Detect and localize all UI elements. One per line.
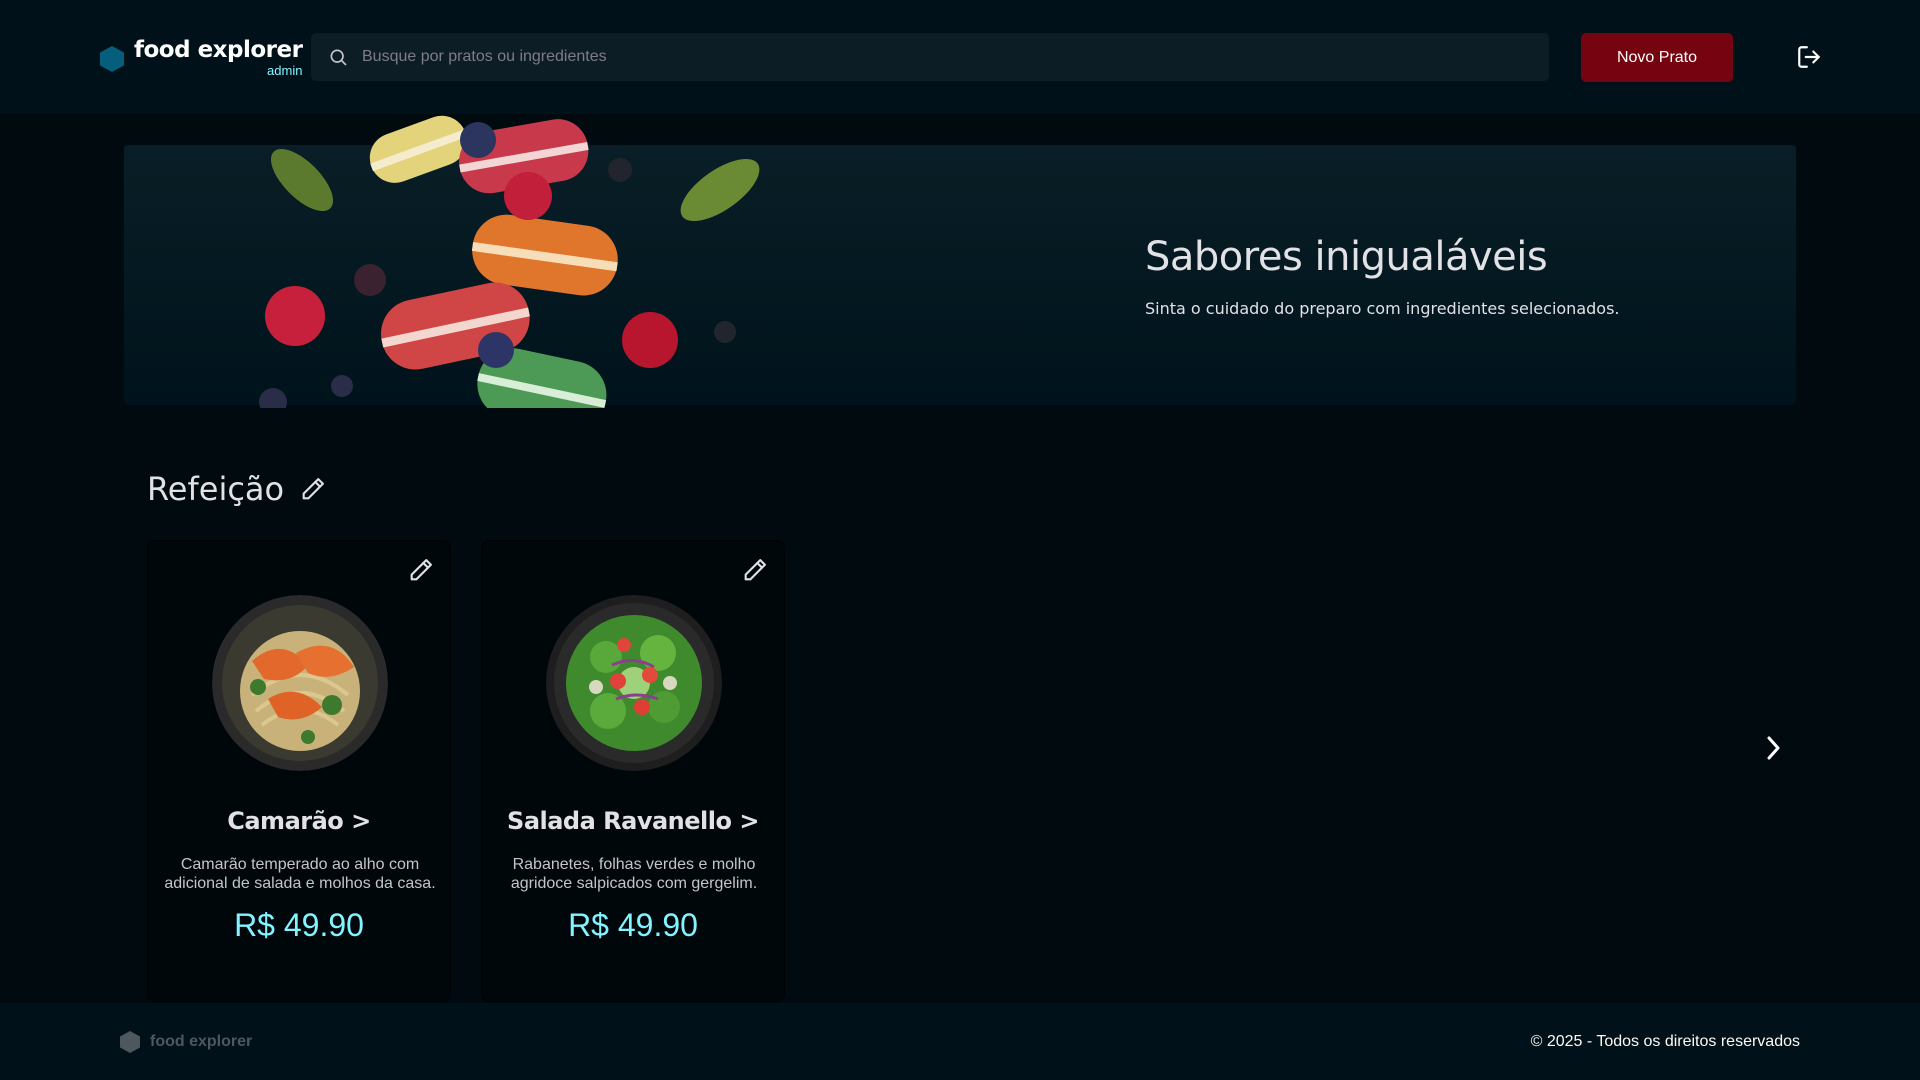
new-dish-button[interactable]: Novo Prato [1581, 33, 1733, 82]
hexagon-logo-icon [100, 46, 124, 72]
edit-section-button[interactable] [298, 474, 328, 504]
brand-text: food explorer admin [134, 36, 303, 78]
search-icon [330, 49, 347, 66]
brand-role: admin [267, 63, 303, 78]
footer-brand: food explorer [120, 1031, 252, 1053]
macarons-illustration [259, 115, 760, 408]
pencil-icon [410, 559, 432, 581]
carousel-next-button[interactable] [1758, 730, 1788, 766]
section-header: Refeição [147, 470, 328, 508]
dish-price: R$ 49.90 [568, 907, 698, 943]
dish-price: R$ 49.90 [234, 907, 364, 943]
edit-dish-button[interactable] [406, 555, 436, 585]
banner-title: Sabores inigualáveis [1145, 234, 1548, 280]
pencil-icon [744, 559, 766, 581]
hexagon-logo-icon [120, 1031, 140, 1053]
dish-name[interactable]: Salada Ravanello > [482, 807, 784, 835]
header: food explorer admin Novo Prato [0, 0, 1920, 114]
sign-out-icon [1798, 46, 1820, 68]
salad-dish-image[interactable] [546, 595, 722, 771]
footer: food explorer © 2025 - Todos os direitos… [0, 1003, 1920, 1080]
banner-subtitle: Sinta o cuidado do preparo com ingredien… [1145, 299, 1620, 318]
footer-brand-name: food explorer [150, 1033, 253, 1050]
chevron-right-icon [1767, 736, 1780, 760]
section-title: Refeição [147, 470, 285, 508]
search-input[interactable] [362, 48, 1512, 66]
dish-card[interactable]: Salada Ravanello > Rabanetes, folhas ver… [481, 540, 785, 1002]
edit-dish-button[interactable] [740, 555, 770, 585]
pencil-icon [302, 478, 325, 500]
brand-name: food explorer [134, 37, 303, 63]
dish-description: Rabanetes, folhas verdes e molho agridoc… [510, 856, 758, 892]
logout-button[interactable] [1794, 42, 1824, 72]
dish-card[interactable]: Camarão > Camarão temperado ao alho com … [147, 540, 451, 1002]
brand-logo[interactable]: food explorer admin [100, 36, 303, 80]
copyright-text: © 2025 - Todos os direitos reservados [1530, 1033, 1800, 1050]
dish-name[interactable]: Camarão > [148, 807, 450, 835]
shrimp-dish-image[interactable] [212, 595, 388, 771]
dish-description: Camarão temperado ao alho com adicional … [164, 856, 436, 892]
search-bar[interactable] [311, 33, 1549, 81]
